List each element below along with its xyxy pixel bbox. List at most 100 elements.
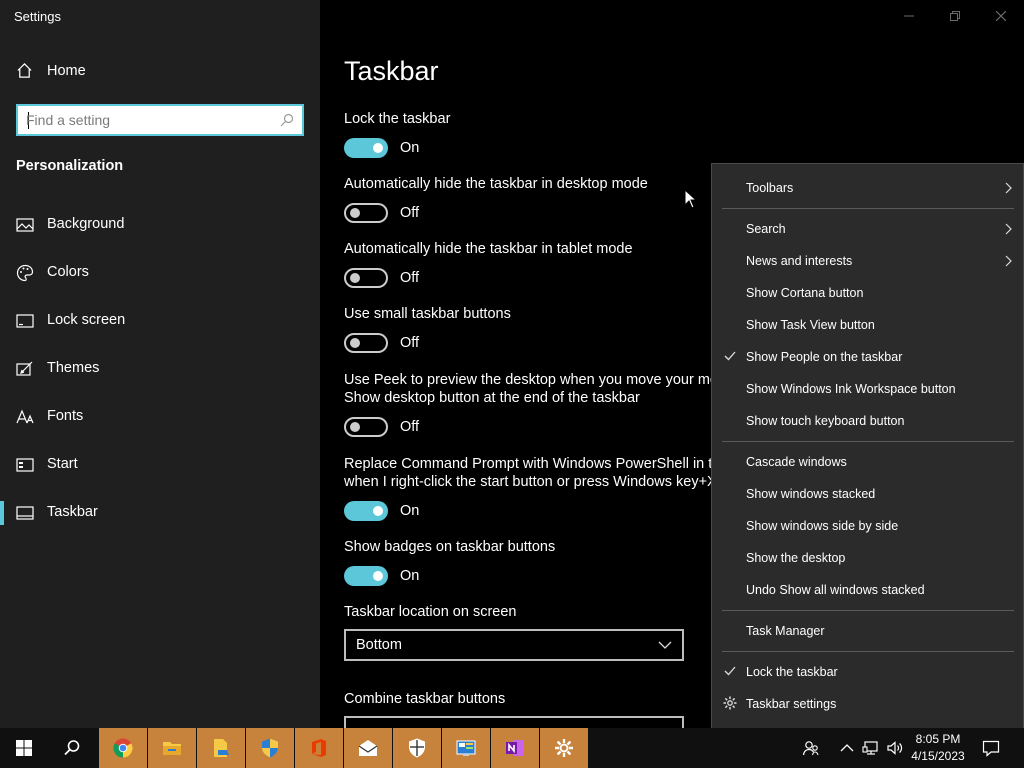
setting-label: Replace Command Prompt with Windows Powe… [344, 456, 729, 472]
location-label: Taskbar location on screen [344, 604, 517, 620]
setting-label: Use small taskbar buttons [344, 306, 511, 322]
security-shield-icon [262, 738, 278, 758]
taskbar-app-security[interactable] [246, 728, 294, 768]
autohide-desktop-toggle[interactable] [344, 203, 388, 223]
toggle-state: On [400, 568, 420, 584]
taskbar-search-button[interactable] [48, 728, 96, 768]
menu-item-side-by-side[interactable]: Show windows side by side [712, 512, 1023, 540]
close-button[interactable] [978, 6, 1024, 26]
sidebar-item-lock-screen[interactable]: Lock screen [0, 301, 320, 341]
file-explorer-icon [163, 742, 181, 755]
active-indicator [0, 501, 4, 525]
sidebar-item-fonts[interactable]: Fonts [0, 397, 320, 437]
taskbar-app-windows-security[interactable] [393, 728, 441, 768]
menu-item-task-view[interactable]: Show Task View button [712, 311, 1023, 339]
checkmark-icon [724, 351, 736, 361]
menu-item-show-desktop[interactable]: Show the desktop [712, 544, 1023, 572]
page-title: Taskbar [344, 56, 439, 86]
peek-toggle[interactable] [344, 417, 388, 437]
menu-item-undo-stacked[interactable]: Undo Show all windows stacked [712, 576, 1023, 604]
start-button[interactable] [0, 728, 48, 768]
sidebar-item-label: Colors [47, 264, 89, 280]
menu-item-label: Show the desktop [746, 551, 846, 565]
taskbar-location-dropdown[interactable]: Bottom [344, 629, 684, 661]
menu-item-toolbars[interactable]: Toolbars [712, 174, 1023, 202]
menu-item-label: Show People on the taskbar [746, 350, 903, 364]
menu-item-label: News and interests [746, 254, 853, 268]
start-icon [16, 458, 34, 472]
toggle-state: On [400, 503, 420, 519]
badges-toggle[interactable] [344, 566, 388, 586]
minimize-button[interactable] [886, 6, 932, 26]
toggle-knob [350, 208, 360, 218]
taskbar-app-chrome[interactable] [99, 728, 147, 768]
menu-item-label: Cascade windows [746, 455, 847, 469]
search-icon[interactable] [280, 113, 294, 127]
menu-item-label: Undo Show all windows stacked [746, 583, 925, 597]
powershell-toggle[interactable] [344, 501, 388, 521]
network-icon[interactable] [862, 739, 880, 757]
home-icon [17, 63, 32, 78]
menu-item-lock-taskbar[interactable]: Lock the taskbar [712, 658, 1023, 686]
people-icon[interactable] [802, 739, 820, 757]
mouse-cursor-icon [684, 189, 698, 209]
taskbar-app-file-explorer[interactable] [148, 728, 196, 768]
system-clock[interactable]: 8:05 PM 4/15/2023 [908, 731, 968, 765]
small-buttons-toggle[interactable] [344, 333, 388, 353]
office-icon [312, 739, 326, 757]
lock-screen-icon [16, 314, 34, 328]
search-input[interactable] [26, 111, 276, 129]
taskbar-app-settings[interactable] [540, 728, 588, 768]
minimize-icon [904, 15, 914, 17]
settings-gear-icon [555, 739, 573, 757]
taskbar-app-control-panel[interactable] [442, 728, 490, 768]
toggle-state: Off [400, 205, 420, 221]
app-title: Settings [14, 9, 61, 24]
search-box[interactable] [16, 104, 304, 136]
lock-taskbar-toggle[interactable] [344, 138, 388, 158]
windows-taskbar: 8:05 PM 4/15/2023 [0, 728, 1024, 768]
onenote-icon [506, 740, 524, 756]
sidebar-item-label: Fonts [47, 408, 84, 424]
restore-button[interactable] [932, 6, 978, 26]
menu-item-stacked[interactable]: Show windows stacked [712, 480, 1023, 508]
clock-date: 4/15/2023 [911, 749, 965, 763]
menu-item-news-interests[interactable]: News and interests [712, 247, 1023, 275]
sidebar-item-themes[interactable]: Themes [0, 349, 320, 389]
home-nav-item[interactable]: Home [16, 62, 86, 79]
notifications-icon[interactable] [982, 739, 1000, 757]
taskbar-app-onenote[interactable] [491, 728, 539, 768]
toggle-knob [350, 338, 360, 348]
toggle-knob [373, 506, 383, 516]
volume-icon[interactable] [886, 739, 904, 757]
menu-item-label: Task Manager [746, 624, 825, 638]
menu-item-cortana[interactable]: Show Cortana button [712, 279, 1023, 307]
menu-item-cascade[interactable]: Cascade windows [712, 448, 1023, 476]
chevron-up-icon[interactable] [838, 739, 856, 757]
taskbar-app-office[interactable] [295, 728, 343, 768]
taskbar-context-menu: Toolbars Search News and interests Show … [711, 163, 1024, 729]
menu-item-label: Toolbars [746, 181, 794, 195]
home-label: Home [47, 62, 86, 79]
menu-item-search[interactable]: Search [712, 215, 1023, 243]
menu-item-task-manager[interactable]: Task Manager [712, 617, 1023, 645]
menu-separator [722, 651, 1014, 652]
sidebar-item-colors[interactable]: Colors [0, 253, 320, 293]
menu-item-ink-workspace[interactable]: Show Windows Ink Workspace button [712, 375, 1023, 403]
menu-item-label: Show Windows Ink Workspace button [746, 382, 956, 396]
toggle-state: Off [400, 270, 420, 286]
sidebar-item-background[interactable]: Background [0, 205, 320, 245]
chrome-icon [113, 738, 133, 758]
taskbar-app-file-share[interactable] [197, 728, 245, 768]
taskbar-icon [16, 506, 34, 520]
sidebar-item-start[interactable]: Start [0, 445, 320, 485]
sidebar-item-taskbar[interactable]: Taskbar [0, 493, 320, 533]
menu-item-touch-keyboard[interactable]: Show touch keyboard button [712, 407, 1023, 435]
autohide-tablet-toggle[interactable] [344, 268, 388, 288]
menu-item-people[interactable]: Show People on the taskbar [712, 343, 1023, 371]
setting-label: Lock the taskbar [344, 111, 451, 127]
combine-buttons-dropdown[interactable] [344, 716, 684, 728]
menu-item-taskbar-settings[interactable]: Taskbar settings [712, 690, 1023, 718]
taskbar-app-mail[interactable] [344, 728, 392, 768]
toggle-state: On [400, 140, 420, 156]
